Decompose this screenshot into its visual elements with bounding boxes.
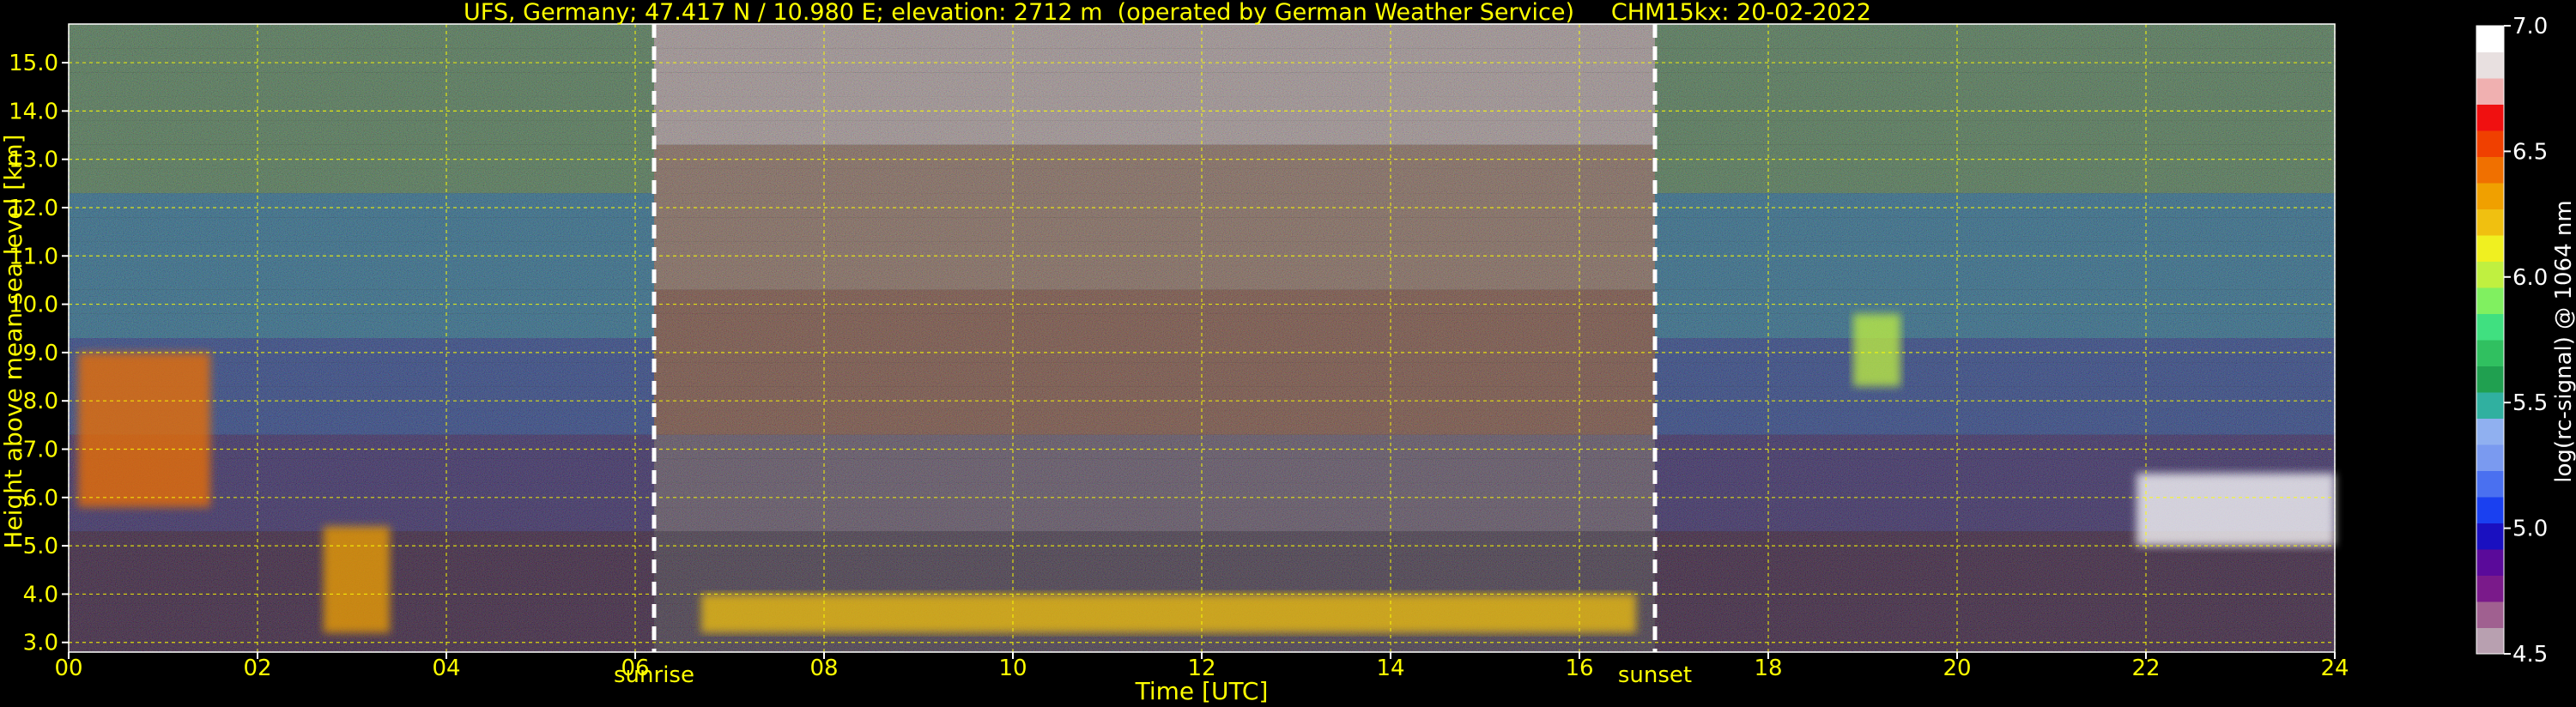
colorbar-swatch [2476, 261, 2504, 288]
x-axis-label: Time [UTC] [1135, 677, 1269, 705]
x-tick-label: 10 [998, 656, 1027, 681]
x-tick-label: 00 [54, 656, 82, 681]
y-tick-label: 3.0 [23, 631, 58, 656]
colorbar-label: log(rc-signal) @ 1064 nm [2551, 200, 2576, 482]
signal-noise-texture [69, 24, 2335, 652]
colorbar-swatch [2476, 235, 2504, 262]
signal-boundary-layer [701, 594, 1636, 633]
y-tick-label: 7.0 [23, 438, 58, 463]
colorbar-swatch [2476, 549, 2504, 576]
colorbar-swatch [2476, 208, 2504, 236]
x-tick-label: 08 [809, 656, 838, 681]
x-tick-label: 18 [1754, 656, 1782, 681]
colorbar-tick-label: 6.5 [2512, 139, 2548, 165]
y-tick-label: 5.0 [23, 534, 58, 559]
colorbar-swatch [2476, 392, 2504, 419]
colorbar-tick-label: 4.5 [2512, 642, 2548, 668]
colorbar-swatch [2476, 287, 2504, 314]
y-tick-label: 9.0 [23, 341, 58, 366]
colorbar-swatch [2476, 156, 2504, 184]
y-tick-label: 4.0 [23, 582, 58, 607]
y-tick-label: 8.0 [23, 389, 58, 414]
colorbar-swatch [2476, 601, 2504, 628]
y-tick-label: 14.0 [9, 99, 58, 124]
colorbar-swatch [2476, 183, 2504, 209]
x-tick-label: 16 [1565, 656, 1593, 681]
colorbar-tick-label: 5.5 [2512, 390, 2548, 416]
signal-cloud [324, 526, 390, 633]
ceilometer-chart: 3.04.05.06.07.08.09.010.011.012.013.014.… [0, 0, 2576, 705]
colorbar-swatch [2476, 78, 2504, 105]
colorbar-swatch [2476, 26, 2504, 52]
signal-cloud [2137, 473, 2335, 547]
colorbar-swatch [2476, 444, 2504, 471]
signal-cloud [1853, 313, 1900, 387]
colorbar: 4.5 5.0 5.5 6.0 6.5 7.0 [2476, 14, 2548, 668]
y-axis-label: Height above mean sea level [km] [0, 134, 27, 548]
x-tick-label: 04 [432, 656, 460, 681]
colorbar-swatch [2476, 575, 2504, 602]
colorbar-swatch [2476, 497, 2504, 523]
colorbar-swatch [2476, 313, 2504, 341]
y-tick-label: 6.0 [23, 486, 58, 511]
colorbar-swatch [2476, 418, 2504, 445]
colorbar-tick-label: 6.0 [2512, 265, 2548, 291]
colorbar-swatch [2476, 470, 2504, 498]
plot-area [68, 23, 2336, 653]
colorbar-swatch [2476, 523, 2504, 550]
colorbar-swatch [2476, 130, 2504, 157]
colorbar-swatch [2476, 627, 2504, 655]
colorbar-swatch [2476, 51, 2504, 79]
colorbar-tick-label: 5.0 [2512, 517, 2548, 542]
x-tick-label: 20 [1943, 656, 1971, 681]
event-label-sunset: sunset [1618, 662, 1692, 688]
y-tick-label: 15.0 [9, 51, 58, 76]
signal-cloud [78, 352, 210, 508]
x-tick-label: 24 [2320, 656, 2349, 681]
colorbar-swatch [2476, 104, 2504, 131]
colorbar-swatch [2476, 340, 2504, 366]
x-tick-label: 14 [1376, 656, 1404, 681]
colorbar-tick-label: 7.0 [2512, 14, 2548, 39]
x-tick-label: 22 [2131, 656, 2160, 681]
x-tick-label: 06 [621, 656, 649, 681]
colorbar-swatch [2476, 366, 2504, 393]
x-tick-label: 02 [243, 656, 271, 681]
chart-title: UFS, Germany; 47.417 N / 10.980 E; eleva… [464, 0, 1871, 26]
